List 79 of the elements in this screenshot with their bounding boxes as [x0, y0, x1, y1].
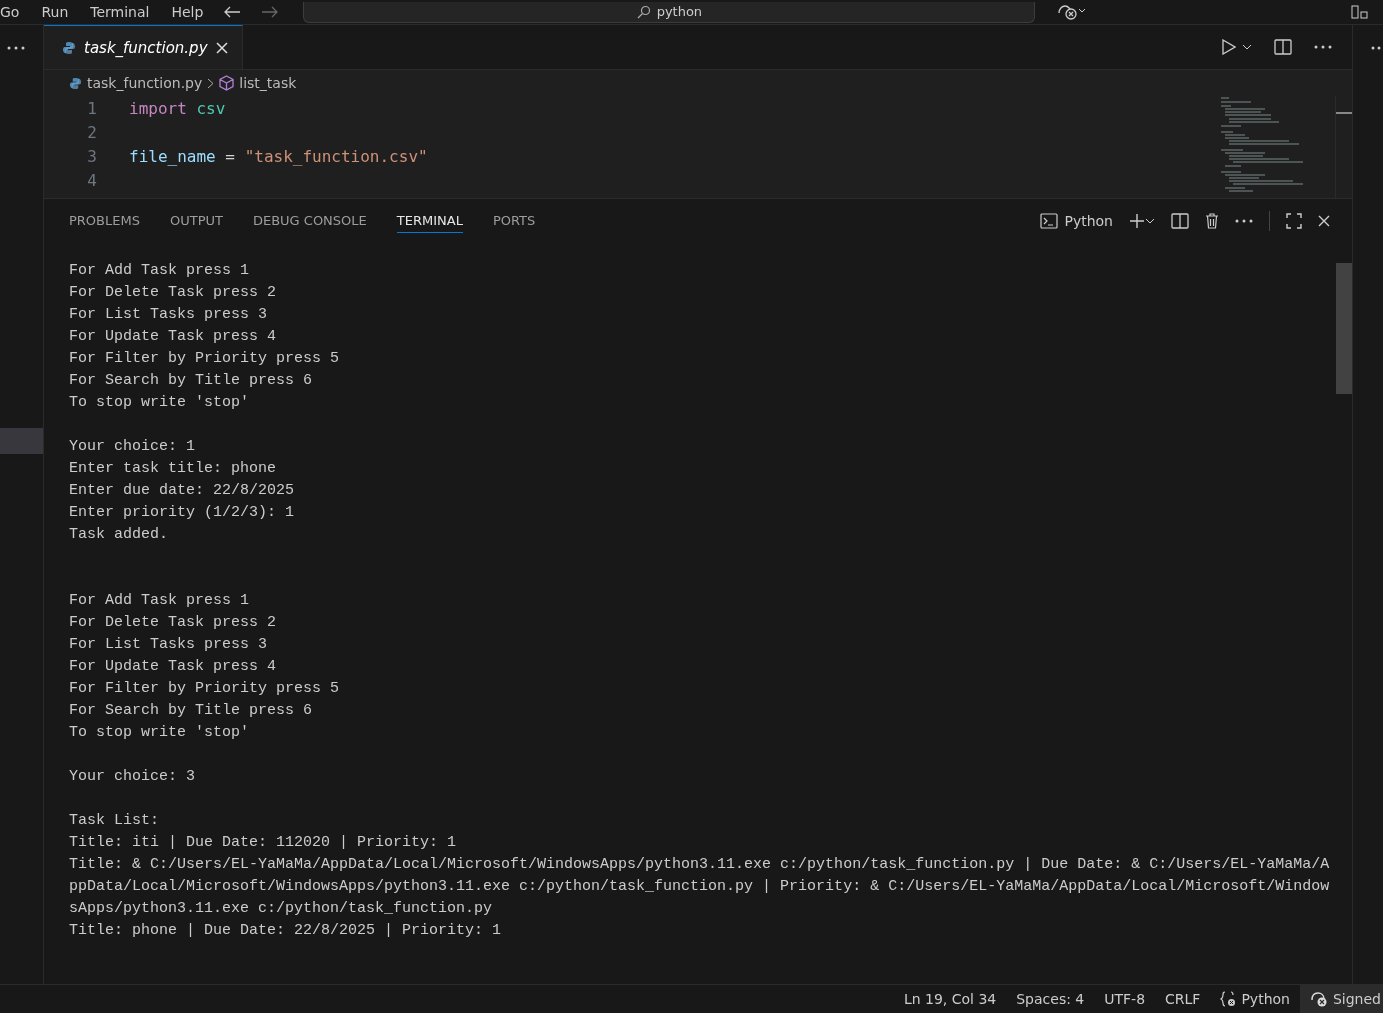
terminal-line: For Delete Task press 2 — [69, 613, 278, 633]
maximize-icon[interactable] — [1286, 213, 1302, 229]
terminal-line: For Add Task press 1 — [69, 591, 251, 611]
terminal-line: For Search by Title press 6 — [69, 701, 314, 721]
layout-icon[interactable] — [1351, 5, 1369, 19]
back-arrow-icon[interactable] — [223, 5, 242, 19]
copilot-icon[interactable] — [1057, 4, 1088, 20]
panel-tab[interactable]: TERMINAL — [396, 209, 463, 233]
panel-tab[interactable]: PORTS — [492, 209, 536, 233]
code-line: import csv — [129, 98, 226, 118]
terminal-icon — [1040, 213, 1059, 229]
chevron-down-icon[interactable] — [1242, 44, 1252, 50]
terminal-line: For Search by Title press 6 — [69, 371, 314, 391]
status-item[interactable]: Spaces: 4 — [1006, 985, 1095, 1013]
more-icon[interactable] — [1314, 45, 1332, 49]
terminal-line: Title: & C:/Users/EL-YaMaMa/AppData/Local/Microsoft/WindowsApps/python3.11.exe c:/python/task_function.py | Due Date: & C:/Users/EL-YaMaMa/A — [69, 855, 1331, 875]
terminal-line: Title: phone | Due Date: 22/8/2025 | Priority: 1 — [69, 921, 503, 941]
terminal-line: sApps/python3.11.exe c:/python/task_function.py — [69, 899, 494, 919]
terminal-line: Your choice: 3 — [69, 767, 197, 787]
breadcrumb-item[interactable]: list_task — [239, 75, 297, 91]
cube-icon — [219, 75, 235, 91]
more-icon[interactable] — [1371, 46, 1381, 50]
status-item[interactable]: CRLF — [1155, 985, 1211, 1013]
terminal-line: Enter priority (1/2/3): 1 — [69, 503, 296, 523]
close-icon[interactable] — [215, 41, 228, 54]
braces-icon — [1220, 991, 1237, 1007]
chevron-right-icon — [207, 77, 215, 89]
more-icon[interactable] — [1235, 219, 1253, 223]
panel-tab[interactable]: DEBUG CONSOLE — [252, 209, 367, 233]
terminal-line: Task List: — [69, 811, 160, 831]
language-status[interactable]: Python — [1210, 985, 1300, 1013]
editor-tab[interactable]: task_function.py — [44, 25, 243, 69]
line-number: 2 — [86, 122, 97, 142]
line-number: 3 — [86, 146, 97, 166]
chevron-down-icon[interactable] — [1145, 218, 1155, 224]
terminal-profile-button[interactable]: Python — [1040, 213, 1113, 229]
copilot-icon — [1309, 991, 1328, 1007]
terminal-line: ppData/Local/Microsoft/WindowsApps/python3.11.exe c:/python/task_function.py | Priority: & C:/Users/EL-YaMaMa/AppData/Local/Microsoft/Window — [69, 877, 1331, 897]
terminal-line: Your choice: 1 — [69, 437, 197, 457]
terminal-line: Enter task title: phone — [69, 459, 278, 479]
status-item[interactable]: UTF-8 — [1094, 985, 1156, 1013]
plus-icon[interactable] — [1129, 213, 1145, 229]
more-icon[interactable] — [7, 46, 25, 50]
terminal-line: For Delete Task press 2 — [69, 283, 278, 303]
terminal-line: For Filter by Priority press 5 — [69, 349, 341, 369]
status-item[interactable]: Ln 19, Col 34 — [893, 985, 1007, 1013]
line-number: 1 — [86, 98, 97, 118]
python-file-icon — [62, 40, 76, 55]
split-editor-icon[interactable] — [1274, 39, 1292, 55]
panel-tab[interactable]: PROBLEMS — [69, 209, 140, 233]
search-icon — [636, 4, 651, 19]
trash-icon[interactable] — [1205, 213, 1219, 229]
terminal-line: Enter due date: 22/8/2025 — [69, 481, 296, 501]
search-field[interactable]: python — [303, 1, 1036, 23]
menu-item[interactable]: Terminal — [90, 4, 150, 20]
menu-item[interactable]: Run — [41, 4, 69, 20]
terminal-line: Task added. — [69, 525, 170, 545]
terminal-line: For List Tasks press 3 — [69, 635, 269, 655]
breadcrumb-item[interactable]: task_function.py — [87, 75, 203, 91]
terminal-line: To stop write 'stop' — [69, 723, 251, 743]
close-icon[interactable] — [1318, 215, 1330, 227]
sidebar-highlight — [0, 428, 43, 454]
split-terminal-icon[interactable] — [1171, 213, 1189, 229]
account-status[interactable]: Signed — [1299, 985, 1383, 1013]
forward-arrow-icon[interactable] — [261, 5, 280, 19]
menu-item[interactable]: Go — [0, 4, 20, 20]
terminal-line: For Filter by Priority press 5 — [69, 679, 341, 699]
terminal-line: For List Tasks press 3 — [69, 305, 269, 325]
python-file-icon — [69, 76, 82, 90]
menu-item[interactable]: Help — [171, 4, 204, 20]
terminal-line: For Add Task press 1 — [69, 261, 251, 281]
code-line: file_name = "task_function.csv" — [129, 146, 428, 166]
line-number: 4 — [86, 170, 97, 190]
run-icon[interactable] — [1222, 39, 1236, 55]
terminal-line: To stop write 'stop' — [69, 393, 251, 413]
terminal-line: For Update Task press 4 — [69, 327, 278, 347]
terminal-line: For Update Task press 4 — [69, 657, 278, 677]
panel-tab[interactable]: OUTPUT — [169, 209, 223, 233]
terminal-line: Title: iti | Due Date: 112020 | Priority: 1 — [69, 833, 458, 853]
